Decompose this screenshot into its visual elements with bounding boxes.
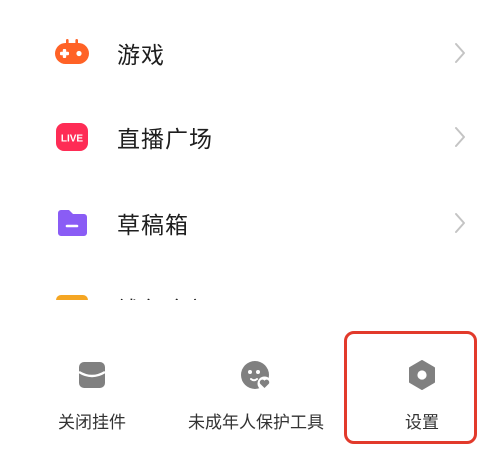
chevron-right-icon xyxy=(454,212,466,234)
settings-icon xyxy=(405,358,439,392)
menu-list: 游戏 LIVE 直播广场 草稿箱 xyxy=(0,0,504,300)
tool-label: 未成年人保护工具 xyxy=(188,413,324,433)
bottom-tools-bar: 关闭挂件 未成年人保护工具 设置 xyxy=(0,330,504,460)
menu-item-partial[interactable]: 钱包余额 xyxy=(0,272,504,300)
menu-item-label: 草稿箱 xyxy=(117,213,189,239)
widget-close-icon xyxy=(75,358,109,392)
menu-item-live-square[interactable]: LIVE 直播广场 xyxy=(0,94,504,180)
tool-label: 设置 xyxy=(405,413,439,433)
wallet-icon xyxy=(54,293,90,300)
menu-item-game[interactable]: 游戏 xyxy=(0,10,504,96)
menu-item-label: 钱包余额 xyxy=(117,291,213,300)
live-icon: LIVE xyxy=(54,119,90,155)
svg-text:LIVE: LIVE xyxy=(61,134,84,145)
game-controller-icon xyxy=(54,35,90,71)
settings-button[interactable]: 设置 xyxy=(358,330,486,450)
close-widget-button[interactable]: 关闭挂件 xyxy=(30,330,154,450)
minor-protection-icon xyxy=(239,358,273,392)
minor-protection-button[interactable]: 未成年人保护工具 xyxy=(168,330,344,450)
menu-item-drafts[interactable]: 草稿箱 xyxy=(0,180,504,266)
menu-item-label: 游戏 xyxy=(117,43,165,69)
chevron-right-icon xyxy=(454,42,466,64)
tool-label: 关闭挂件 xyxy=(58,413,126,433)
folder-icon xyxy=(54,205,90,241)
chevron-right-icon xyxy=(454,126,466,148)
menu-item-label: 直播广场 xyxy=(117,127,213,153)
